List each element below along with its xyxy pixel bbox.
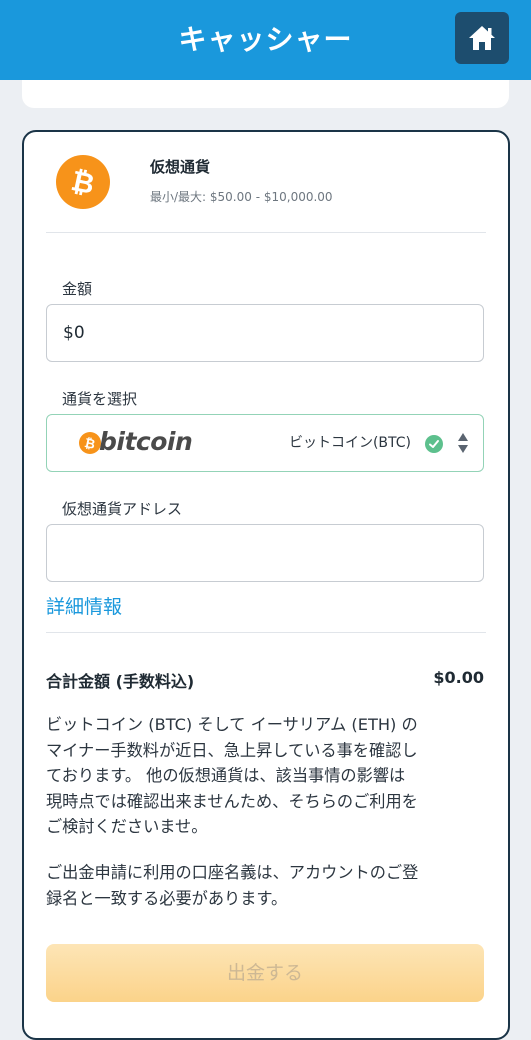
selected-currency: ビットコイン(BTC) bbox=[288, 435, 411, 451]
account-name-notice: ご出金申請に利用の口座名義は、アカウントのご登 録名と一致する必要があります。 bbox=[46, 863, 419, 908]
svg-text:₿: ₿ bbox=[68, 165, 97, 199]
bitcoin-icon: ₿ bbox=[56, 155, 110, 209]
method-limits: 最小/最大: $50.00 - $10,000.00 bbox=[150, 190, 333, 204]
details-link[interactable]: 詳細情報 bbox=[46, 592, 122, 619]
total-value: $0.00 bbox=[433, 668, 484, 687]
amount-input[interactable]: $0 bbox=[46, 304, 484, 362]
amount-value: $0 bbox=[63, 323, 85, 343]
withdrawal-card: ₿ 仮想通貨 最小/最大: $50.00 - $10,000.00 金額 $0 … bbox=[22, 130, 510, 1040]
crypto-address-input[interactable] bbox=[46, 524, 484, 582]
method-name: 仮想通貨 bbox=[150, 158, 211, 176]
total-label: 合計金額 (手数料込) bbox=[46, 672, 195, 691]
bitcoin-small-icon: ₿ bbox=[79, 432, 101, 454]
payment-method-row[interactable]: ₿ 仮想通貨 最小/最大: $50.00 - $10,000.00 bbox=[46, 132, 486, 233]
fee-notice: ビットコイン (BTC) そして イーサリアム (ETH) の マイナー手数料が… bbox=[46, 715, 418, 836]
home-button[interactable] bbox=[455, 12, 509, 64]
svg-text:₿: ₿ bbox=[83, 436, 96, 451]
currency-label: 通貨を選択 bbox=[62, 390, 138, 408]
app-header: キャッシャー bbox=[0, 0, 531, 80]
sort-arrows-icon bbox=[458, 433, 468, 453]
previous-card bbox=[22, 80, 509, 108]
amount-label: 金額 bbox=[62, 280, 93, 298]
address-label: 仮想通貨アドレス bbox=[62, 500, 183, 518]
home-icon bbox=[469, 26, 495, 50]
withdraw-button[interactable]: 出金する bbox=[46, 944, 484, 1002]
currency-select[interactable]: ₿ bitcoin ビットコイン(BTC) bbox=[46, 414, 484, 472]
divider bbox=[46, 632, 486, 633]
check-circle-icon bbox=[425, 435, 443, 453]
page-title: キャッシャー bbox=[178, 23, 353, 56]
bitcoin-logo-text: bitcoin bbox=[99, 427, 193, 456]
